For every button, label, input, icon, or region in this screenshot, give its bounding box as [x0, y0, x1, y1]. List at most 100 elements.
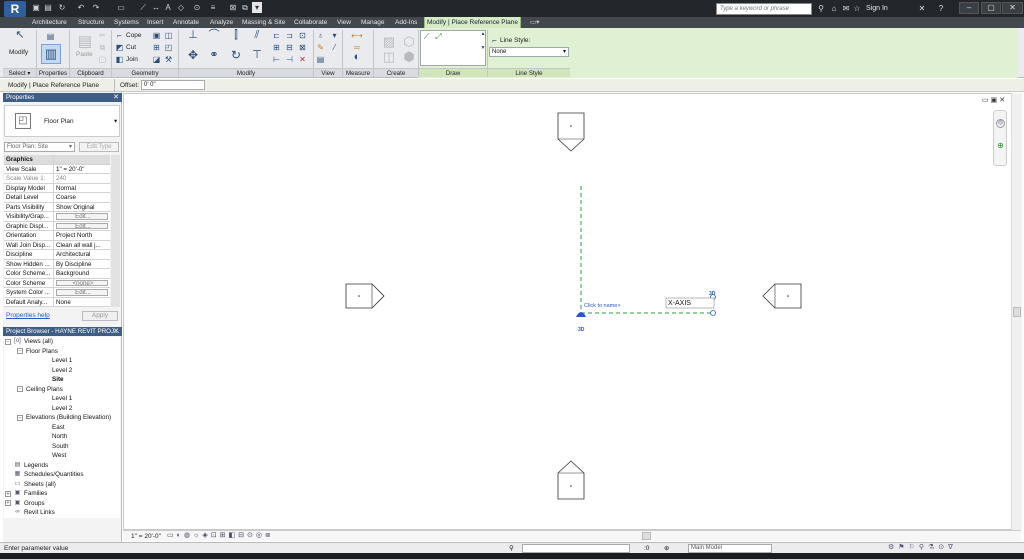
property-row[interactable]: Graphic Displ... Edit...	[4, 221, 110, 231]
browser-node[interactable]: Site	[4, 375, 120, 385]
paste-label[interactable]: Paste	[76, 50, 93, 59]
browser-node[interactable]: South	[4, 442, 120, 452]
property-row[interactable]: System Color ... Edit...	[4, 288, 110, 298]
copy-icon[interactable]: ⧉	[98, 43, 107, 52]
measure-tape-icon[interactable]: ⟷	[347, 31, 367, 40]
split-gap-icon[interactable]: ⊐	[285, 31, 294, 40]
tab-architecture[interactable]: Architecture	[30, 17, 69, 28]
scroll-down-icon[interactable]: ▼	[480, 44, 486, 53]
browser-node[interactable]: − [o] Views (all)	[4, 337, 120, 347]
property-row[interactable]: Color Scheme <none>	[4, 278, 110, 288]
browser-node[interactable]: ▤ Legends	[4, 461, 120, 471]
communication-icon[interactable]: ✉	[841, 3, 851, 14]
tab-collaborate[interactable]: Collaborate	[292, 17, 329, 28]
instance-selector[interactable]: Floor Plan: Site ▾	[4, 142, 75, 152]
property-row[interactable]: Color Scheme... Background	[4, 269, 110, 279]
override-graphics-icon[interactable]: ✎	[316, 43, 325, 52]
property-row[interactable]: Show Hidden ... By Discipline	[4, 259, 110, 269]
tab-add-ins[interactable]: Add-Ins	[393, 17, 419, 28]
redo-icon[interactable]: ↷	[91, 2, 101, 13]
browser-node[interactable]: − Elevations (Building Elevation)	[4, 413, 120, 423]
split-icon[interactable]: ⊏	[272, 31, 281, 40]
expand-icon[interactable]: +	[5, 500, 11, 506]
3d-tag[interactable]: 3D	[578, 327, 584, 333]
customize-qat-icon[interactable]: ▾	[252, 2, 262, 13]
sign-in[interactable]: Sign In	[866, 3, 888, 14]
apply-button[interactable]: Apply	[82, 311, 118, 321]
join-label[interactable]: Join	[126, 55, 138, 64]
paint-icon[interactable]: ◫	[164, 31, 173, 40]
tab-analyze[interactable]: Analyze	[208, 17, 235, 28]
linework-icon[interactable]: ⁄	[330, 43, 339, 52]
delete-icon[interactable]: ✕	[298, 55, 307, 64]
browser-node[interactable]: West	[4, 451, 120, 461]
browser-node[interactable]: Level 2	[4, 404, 120, 414]
copy-element-icon[interactable]: ⚭	[207, 50, 221, 63]
property-edit-button[interactable]: Edit...	[56, 213, 108, 220]
help-icon[interactable]: ?	[936, 3, 946, 14]
scale-icon[interactable]: ⊟	[285, 43, 294, 52]
open-icon[interactable]: ▣	[31, 2, 41, 13]
measure-icon[interactable]: ⟋	[138, 2, 148, 13]
browser-node[interactable]: Level 1	[4, 394, 120, 404]
browser-node[interactable]: ∞ Revit Links	[4, 508, 120, 518]
browser-node[interactable]: ▭ Sheets (all)	[4, 480, 120, 490]
browser-node[interactable]: + ▣ Families	[4, 489, 120, 499]
offset-icon[interactable]: ⌒	[207, 30, 221, 43]
pick-lines-icon[interactable]: ⤢	[434, 32, 443, 41]
collapse-icon[interactable]: −	[17, 348, 23, 354]
tab-structure[interactable]: Structure	[76, 17, 106, 28]
property-group-header[interactable]: Graphics	[4, 155, 110, 165]
dimension-icon[interactable]: ↔	[151, 2, 161, 13]
horizontal-scroll-thumb[interactable]	[642, 532, 651, 540]
property-edit-button[interactable]: Edit...	[56, 222, 108, 229]
property-row[interactable]: Discipline Architectural	[4, 250, 110, 260]
aligned-dimension-icon[interactable]: ◐	[350, 52, 364, 65]
section-icon[interactable]: ⊙	[192, 2, 202, 13]
exchange-icon[interactable]: ✕	[917, 3, 927, 14]
mirror-draw-icon[interactable]: ⫽	[250, 30, 264, 43]
type-selector[interactable]: ◰ Floor Plan ▾	[4, 105, 120, 137]
property-edit-button[interactable]: <none>	[56, 279, 108, 286]
property-row[interactable]: View Scale 1" = 20'-0"	[4, 164, 110, 174]
undo-icon[interactable]: ↶	[76, 2, 86, 13]
print-icon[interactable]: ▭	[116, 2, 126, 13]
align-icon[interactable]: ⊥	[186, 30, 200, 43]
property-edit-button[interactable]: Edit...	[56, 289, 108, 296]
properties-help-link[interactable]: Properties help	[6, 312, 50, 319]
text-icon[interactable]: A	[163, 2, 173, 13]
cut-clip-icon[interactable]: ✂	[98, 31, 107, 40]
design-options-icon[interactable]: ⊕	[664, 544, 669, 553]
cope-icon[interactable]: ⌐	[115, 31, 124, 40]
bulb-icon[interactable]: ♁	[316, 31, 325, 40]
unpin-icon[interactable]: ⊠	[298, 43, 307, 52]
modify-button-label[interactable]: Modify	[9, 48, 28, 57]
view-scale[interactable]: 1" = 20'-0"	[131, 532, 161, 541]
zoom-icon[interactable]: ⊕	[996, 141, 1005, 150]
subscription-icon[interactable]: ⌂	[829, 3, 839, 14]
worksets-icon[interactable]: ⚲	[509, 544, 514, 553]
steering-wheel-icon[interactable]: ◎	[996, 119, 1005, 128]
draw-line-icon[interactable]: ⟋	[422, 32, 431, 41]
tab-insert[interactable]: Insert	[145, 17, 165, 28]
line-style-select[interactable]: None ▾	[489, 47, 569, 57]
save-icon[interactable]: ▤	[43, 2, 53, 13]
hammer-icon[interactable]: ⚒	[164, 55, 173, 64]
browser-node[interactable]: ▦ Schedules/Quantities	[4, 470, 120, 480]
trim-multiple-icon[interactable]: ⊢	[272, 55, 281, 64]
browser-node[interactable]: Level 1	[4, 356, 120, 366]
view-control-icons[interactable]: ▭◐◍☼◈⊡⊞◧⊟⊙◎≣	[167, 531, 274, 539]
cope-label[interactable]: Cope	[126, 31, 142, 40]
mirror-axis-icon[interactable]: ⫿	[229, 30, 243, 43]
tab-annotate[interactable]: Annotate	[171, 17, 201, 28]
properties-icon[interactable]: ▥	[41, 44, 61, 64]
3d-tag[interactable]: 3D	[709, 291, 715, 297]
property-row[interactable]: Visibility/Grap... Edit...	[4, 212, 110, 222]
select-panel-label[interactable]: Select ▾	[3, 68, 36, 77]
collapse-icon[interactable]: −	[5, 338, 11, 345]
switch-windows-icon[interactable]: ⧉	[240, 2, 250, 13]
selection-filter-icons[interactable]: ⚙⚑⚐⚲⚗⊙∇	[888, 543, 957, 551]
property-row[interactable]: Scale Value 1: 240	[4, 174, 110, 184]
join-icon[interactable]: ◧	[115, 55, 124, 64]
property-row[interactable]: Default Analy... None	[4, 297, 110, 307]
